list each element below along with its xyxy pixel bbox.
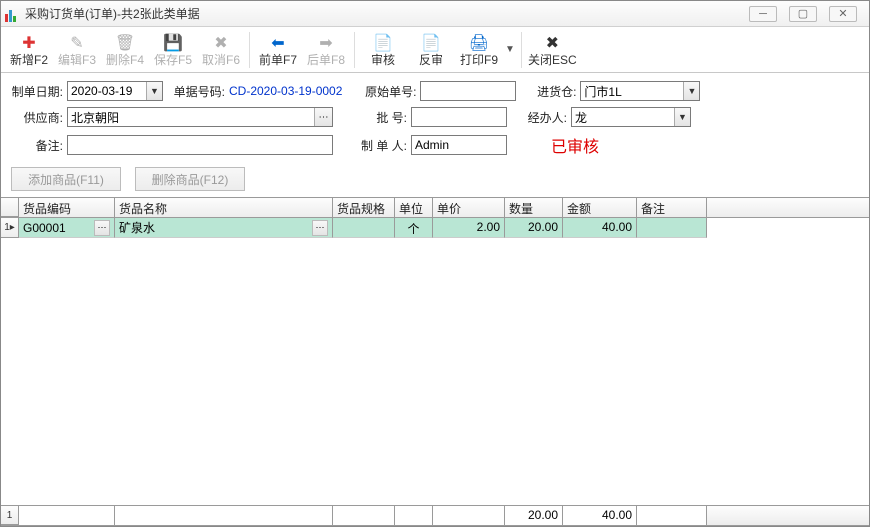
grid-body: 1▸ G00001 ⋯ 矿泉水 ⋯ 个 2.00 20.00 40.00 [1, 218, 869, 505]
footer-qty: 20.00 [505, 506, 563, 525]
window-title: 采购订货单(订单)-共2张此类单据 [25, 5, 749, 22]
arrow-right-icon: ➡ [316, 33, 336, 53]
chevron-down-icon: ▼ [146, 82, 162, 100]
ellipsis-icon[interactable]: ⋯ [312, 220, 328, 236]
ellipsis-icon: ⋯ [314, 108, 332, 126]
cell-price[interactable]: 2.00 [433, 218, 505, 238]
delete-button[interactable]: 🗑 删除F4 [101, 29, 149, 71]
chevron-down-icon: ▼ [683, 82, 699, 100]
remark-label: 备注: [11, 137, 63, 154]
separator [249, 32, 250, 68]
col-qty[interactable]: 数量 [505, 198, 563, 217]
separator [354, 32, 355, 68]
col-amount[interactable]: 金额 [563, 198, 637, 217]
row-indicator-header [1, 198, 19, 217]
form-area: 制单日期: 2020-03-19 ▼ 单据号码: CD-2020-03-19-0… [1, 73, 869, 163]
footer-amount: 40.00 [563, 506, 637, 525]
app-icon [5, 6, 21, 22]
save-button[interactable]: 💾 保存F5 [149, 29, 197, 71]
ellipsis-icon[interactable]: ⋯ [94, 220, 110, 236]
delete-item-button[interactable]: 删除商品(F12) [135, 167, 245, 191]
prev-button[interactable]: ⬅ 前单F7 [254, 29, 302, 71]
close-esc-button[interactable]: ✖ 关闭ESC [526, 29, 579, 71]
handler-select[interactable]: 龙 ▼ [571, 107, 691, 127]
footer-cell [115, 506, 333, 525]
close-button[interactable]: ✕ [829, 6, 857, 22]
cell-unit[interactable]: 个 [395, 218, 433, 238]
grid-footer: 1 20.00 40.00 [1, 505, 869, 525]
cell-amount[interactable]: 40.00 [563, 218, 637, 238]
footer-indicator: 1 [1, 506, 19, 525]
docnum-label: 单据号码: [167, 83, 225, 100]
docnum-value: CD-2020-03-19-0002 [229, 84, 342, 98]
new-button[interactable]: ✚ 新增F2 [5, 29, 53, 71]
minimize-button[interactable]: ─ [749, 6, 777, 22]
audited-stamp: 已审核 [551, 133, 599, 157]
titlebar: 采购订货单(订单)-共2张此类单据 ─ ▢ ✕ [1, 1, 869, 27]
table-row[interactable]: 1▸ G00001 ⋯ 矿泉水 ⋯ 个 2.00 20.00 40.00 [1, 218, 869, 238]
handler-label: 经办人: [521, 109, 567, 126]
pencil-icon: ✎ [67, 33, 87, 53]
toolbar: ✚ 新增F2 ✎ 编辑F3 🗑 删除F4 💾 保存F5 ✖ 取消F6 ⬅ 前单F… [1, 27, 869, 73]
origdoc-label: 原始单号: [356, 83, 416, 100]
print-dropdown[interactable]: ▼ [503, 29, 517, 71]
add-item-button[interactable]: 添加商品(F11) [11, 167, 121, 191]
col-remark[interactable]: 备注 [637, 198, 707, 217]
col-unit[interactable]: 单位 [395, 198, 433, 217]
save-icon: 💾 [163, 33, 183, 53]
trash-icon: 🗑 [115, 33, 135, 53]
col-spec[interactable]: 货品规格 [333, 198, 395, 217]
cancel-button[interactable]: ✖ 取消F6 [197, 29, 245, 71]
print-button[interactable]: 🖨 打印F9 [455, 29, 503, 71]
cancel-icon: ✖ [211, 33, 231, 53]
supplier-label: 供应商: [11, 109, 63, 126]
col-code[interactable]: 货品编码 [19, 198, 115, 217]
cell-code[interactable]: G00001 ⋯ [19, 218, 115, 238]
maker-input[interactable] [411, 135, 507, 155]
date-field[interactable]: 2020-03-19 ▼ [67, 81, 163, 101]
close-icon: ✖ [542, 33, 562, 53]
button-panel: 添加商品(F11) 删除商品(F12) [1, 163, 869, 197]
cell-qty[interactable]: 20.00 [505, 218, 563, 238]
date-label: 制单日期: [11, 83, 63, 100]
maximize-button[interactable]: ▢ [789, 6, 817, 22]
batch-label: 批 号: [347, 109, 407, 126]
row-indicator: 1▸ [1, 218, 19, 238]
app-window: 采购订货单(订单)-共2张此类单据 ─ ▢ ✕ ✚ 新增F2 ✎ 编辑F3 🗑 … [0, 0, 870, 527]
chevron-down-icon: ▼ [674, 108, 690, 126]
audit-button[interactable]: 📄 审核 [359, 29, 407, 71]
grid: 货品编码 货品名称 货品规格 单位 单价 数量 金额 备注 1▸ G00001 … [1, 197, 869, 526]
check-doc-icon: 📄 [373, 33, 393, 53]
plus-icon: ✚ [19, 33, 39, 53]
print-icon: 🖨 [469, 33, 489, 53]
cell-name[interactable]: 矿泉水 ⋯ [115, 218, 333, 238]
footer-cell [637, 506, 707, 525]
next-button[interactable]: ➡ 后单F8 [302, 29, 350, 71]
unaudit-button[interactable]: 📄 反审 [407, 29, 455, 71]
supplier-lookup[interactable]: 北京朝阳 ⋯ [67, 107, 333, 127]
col-price[interactable]: 单价 [433, 198, 505, 217]
warehouse-label: 进货仓: [530, 83, 576, 100]
footer-cell [333, 506, 395, 525]
maker-label: 制 单 人: [347, 137, 407, 154]
footer-cell [395, 506, 433, 525]
footer-cell [19, 506, 115, 525]
edit-button[interactable]: ✎ 编辑F3 [53, 29, 101, 71]
grid-header: 货品编码 货品名称 货品规格 单位 单价 数量 金额 备注 [1, 198, 869, 218]
cell-remark[interactable] [637, 218, 707, 238]
uncheck-doc-icon: 📄 [421, 33, 441, 53]
col-name[interactable]: 货品名称 [115, 198, 333, 217]
cell-spec[interactable] [333, 218, 395, 238]
remark-input[interactable] [67, 135, 333, 155]
batch-input[interactable] [411, 107, 507, 127]
separator [521, 32, 522, 68]
arrow-left-icon: ⬅ [268, 33, 288, 53]
footer-cell [433, 506, 505, 525]
window-controls: ─ ▢ ✕ [749, 6, 865, 22]
warehouse-select[interactable]: 门市1L ▼ [580, 81, 700, 101]
origdoc-input[interactable] [420, 81, 516, 101]
